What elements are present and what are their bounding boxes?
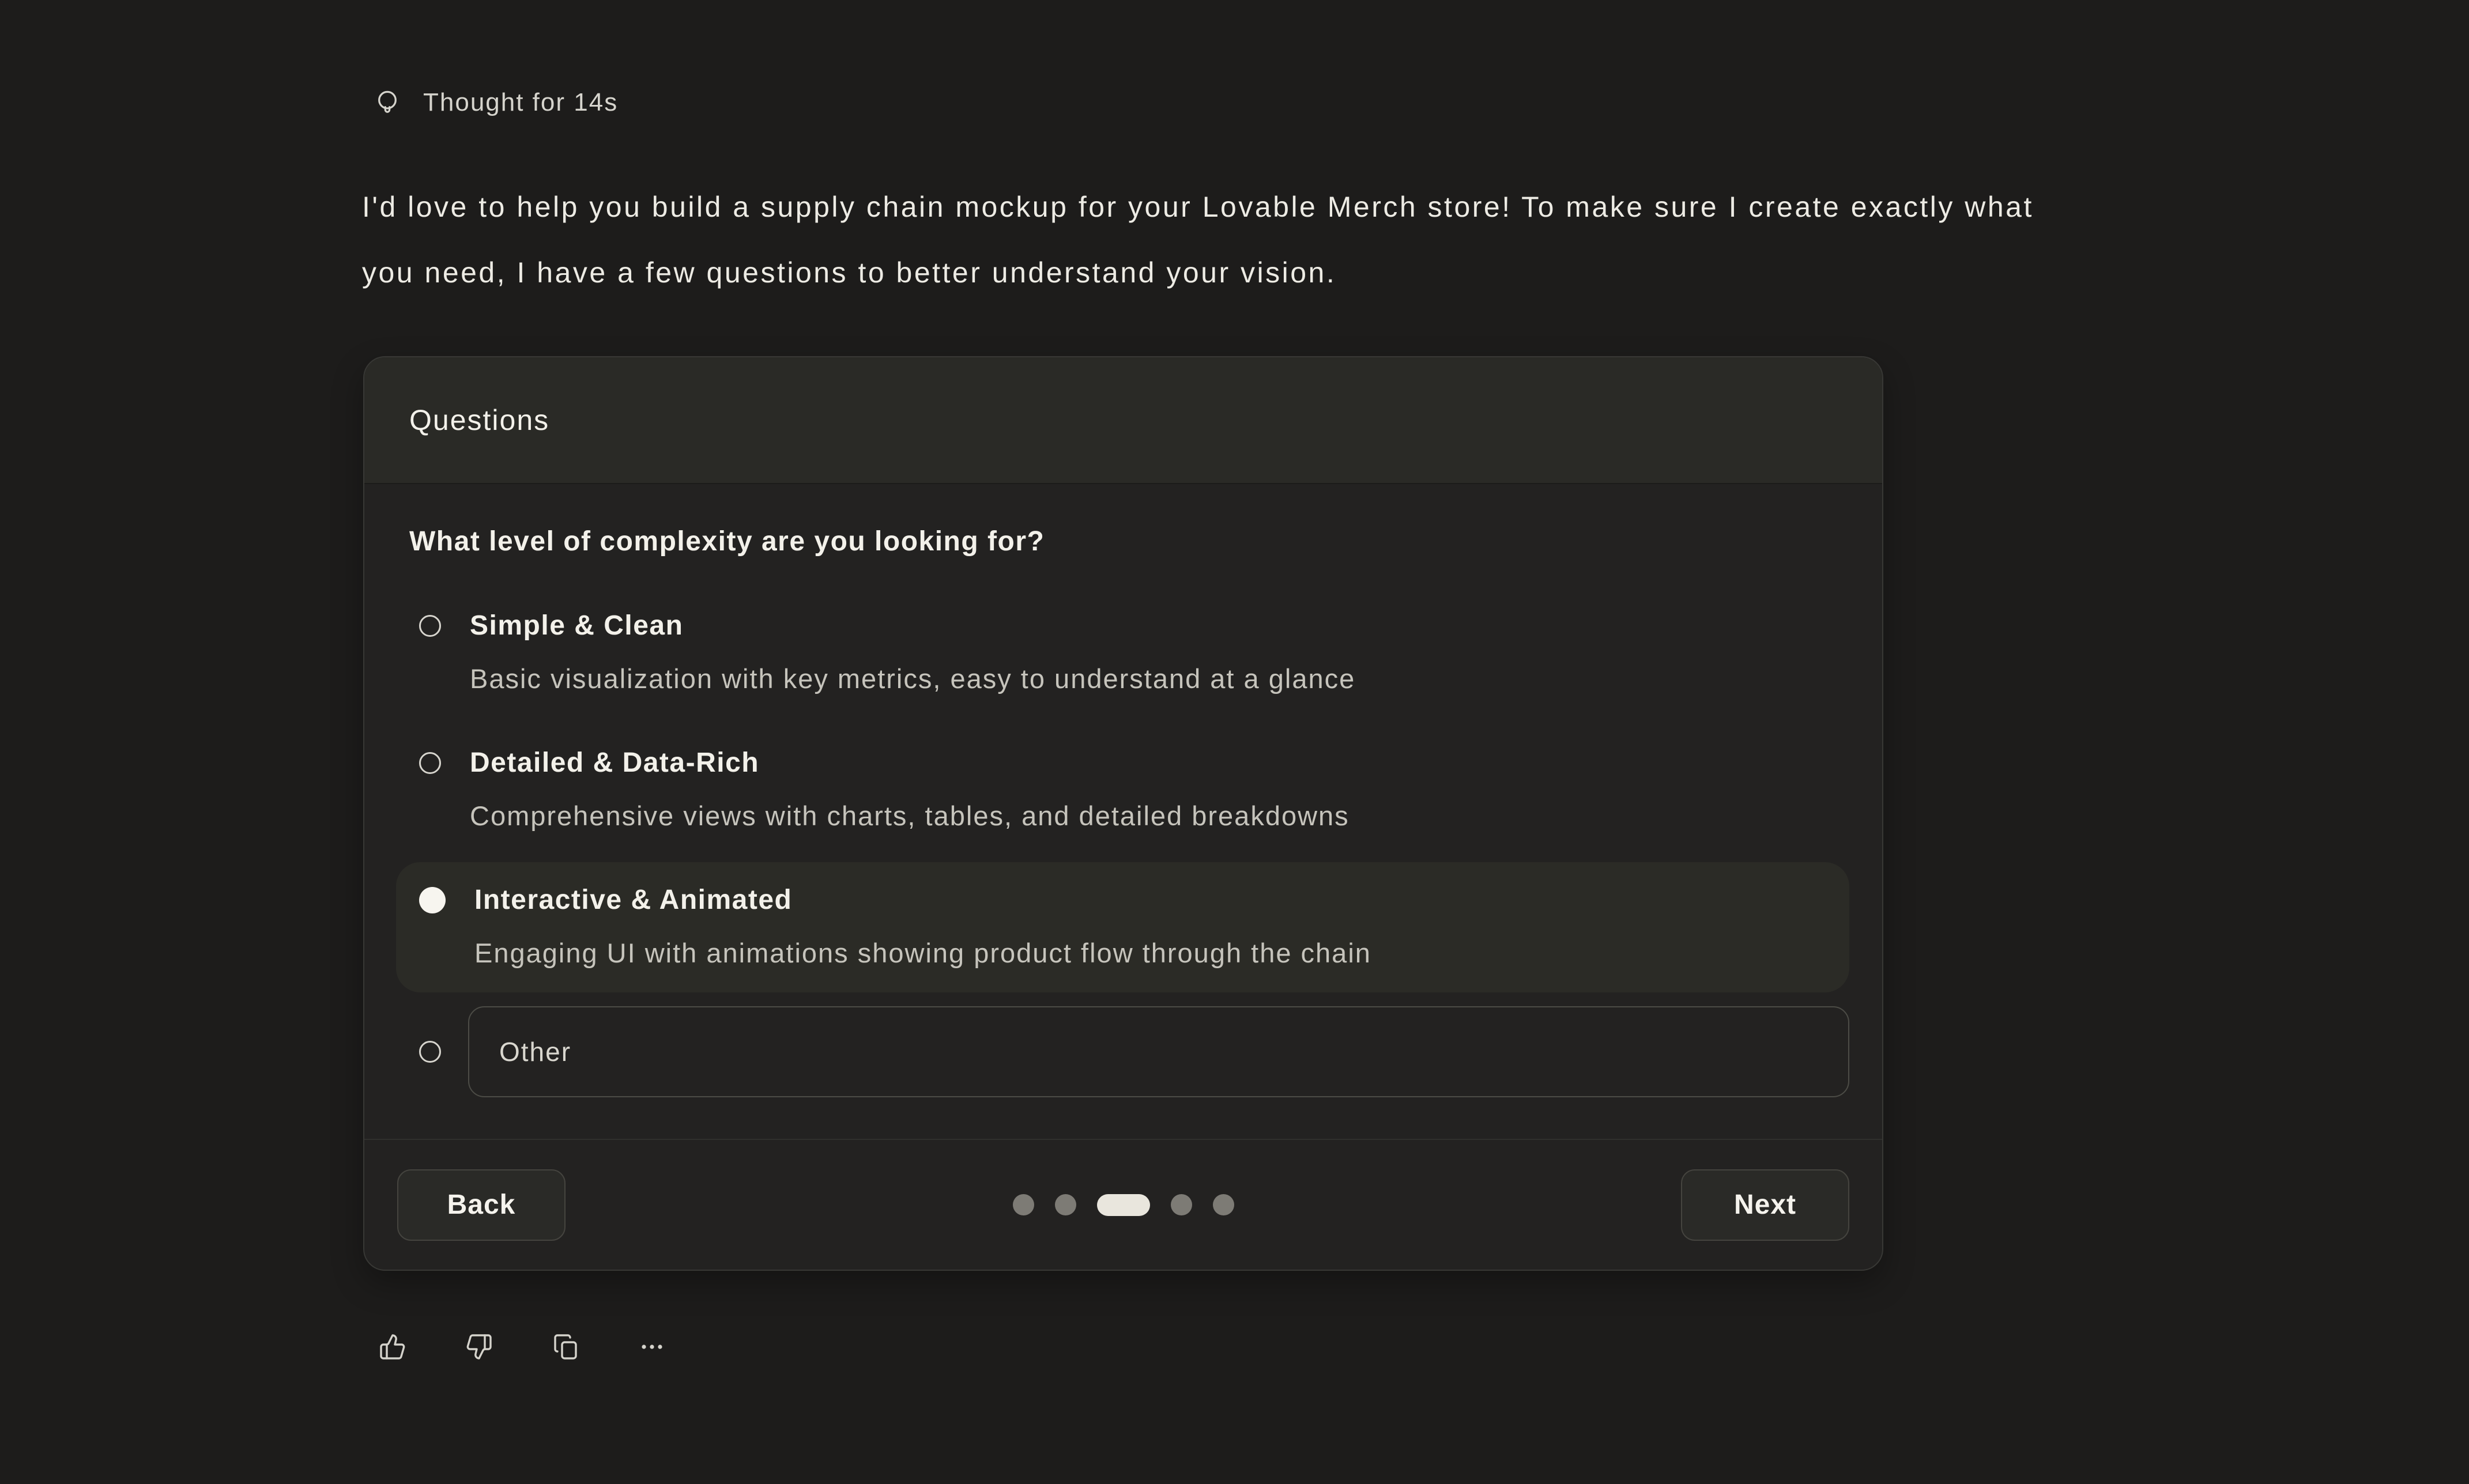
questions-card-body: What level of complexity are you looking… xyxy=(364,484,1882,1139)
back-button[interactable]: Back xyxy=(397,1169,566,1241)
option-description: Engaging UI with animations showing prod… xyxy=(474,936,1371,971)
copy-icon xyxy=(552,1333,579,1361)
thumbs-up-icon xyxy=(379,1333,406,1361)
message-actions xyxy=(378,1332,666,1361)
option-description: Basic visualization with key metrics, ea… xyxy=(470,662,1355,696)
assistant-message-text: I'd love to help you build a supply chai… xyxy=(362,174,2063,305)
pagination-dot[interactable] xyxy=(1055,1194,1076,1215)
copy-button[interactable] xyxy=(551,1332,580,1361)
option-label: Interactive & Animated xyxy=(474,883,1371,917)
questions-card-header: Questions xyxy=(364,357,1882,484)
option-description: Comprehensive views with charts, tables,… xyxy=(470,799,1350,833)
option-other xyxy=(396,1006,1849,1097)
radio-icon[interactable] xyxy=(419,615,441,637)
thumbs-down-icon xyxy=(465,1333,493,1361)
options-list: Simple & Clean Basic visualization with … xyxy=(396,588,1849,992)
card-title: Questions xyxy=(409,403,549,437)
option-detailed-data-rich[interactable]: Detailed & Data-Rich Comprehensive views… xyxy=(396,725,1849,855)
radio-selected-icon[interactable] xyxy=(419,887,446,913)
next-button[interactable]: Next xyxy=(1681,1169,1849,1241)
more-options-button[interactable] xyxy=(638,1332,666,1361)
more-options-icon xyxy=(638,1333,666,1361)
questions-card-footer: Back Next xyxy=(364,1139,1882,1270)
radio-other-icon[interactable] xyxy=(419,1041,441,1063)
option-label: Simple & Clean xyxy=(470,609,1355,643)
thumbs-up-button[interactable] xyxy=(378,1332,407,1361)
thought-duration-label: Thought for 14s xyxy=(423,88,618,117)
lightbulb-icon xyxy=(372,88,402,118)
radio-icon[interactable] xyxy=(419,752,441,774)
pagination-dots xyxy=(1013,1194,1234,1216)
other-input[interactable] xyxy=(468,1006,1849,1097)
pagination-dot[interactable] xyxy=(1171,1194,1192,1215)
option-interactive-animated[interactable]: Interactive & Animated Engaging UI with … xyxy=(396,862,1849,992)
thumbs-down-button[interactable] xyxy=(465,1332,493,1361)
questions-card: Questions What level of complexity are y… xyxy=(363,356,1883,1271)
question-text: What level of complexity are you looking… xyxy=(409,524,1849,559)
pagination-dot[interactable] xyxy=(1013,1194,1034,1215)
pagination-dot-active[interactable] xyxy=(1097,1194,1150,1216)
pagination-dot[interactable] xyxy=(1213,1194,1234,1215)
thinking-summary-toggle[interactable]: Thought for 14s xyxy=(372,88,618,118)
option-label: Detailed & Data-Rich xyxy=(470,746,1350,780)
option-simple-clean[interactable]: Simple & Clean Basic visualization with … xyxy=(396,588,1849,718)
